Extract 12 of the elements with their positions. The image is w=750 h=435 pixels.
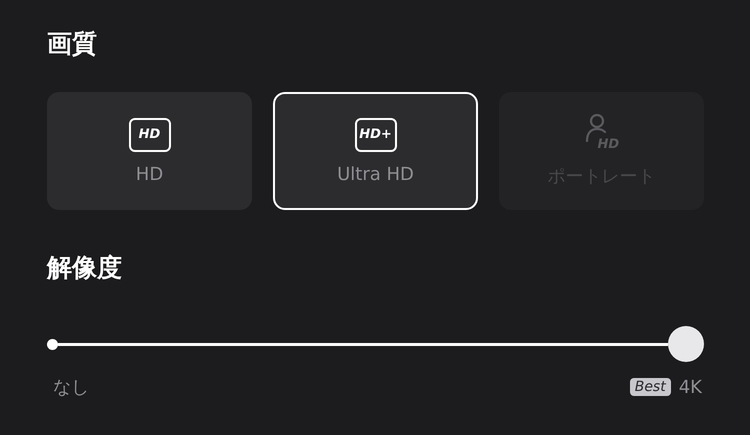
best-tag: Best [630, 378, 671, 396]
section-title: 解像度 [47, 252, 123, 284]
hd-badge-icon: HD [128, 118, 170, 152]
resolution-slider[interactable] [47, 326, 704, 362]
quality-option[interactable]: HD HD [47, 92, 252, 210]
slider-thumb[interactable] [668, 326, 704, 362]
quality-option[interactable]: HD+ Ultra HD [273, 92, 478, 210]
min-label: なし [53, 376, 89, 399]
slider-start-dot [47, 339, 58, 350]
hd-badge-icon: HD+ [354, 118, 396, 152]
section-title: 画質 [47, 28, 98, 60]
max-label: 4K [678, 376, 702, 398]
